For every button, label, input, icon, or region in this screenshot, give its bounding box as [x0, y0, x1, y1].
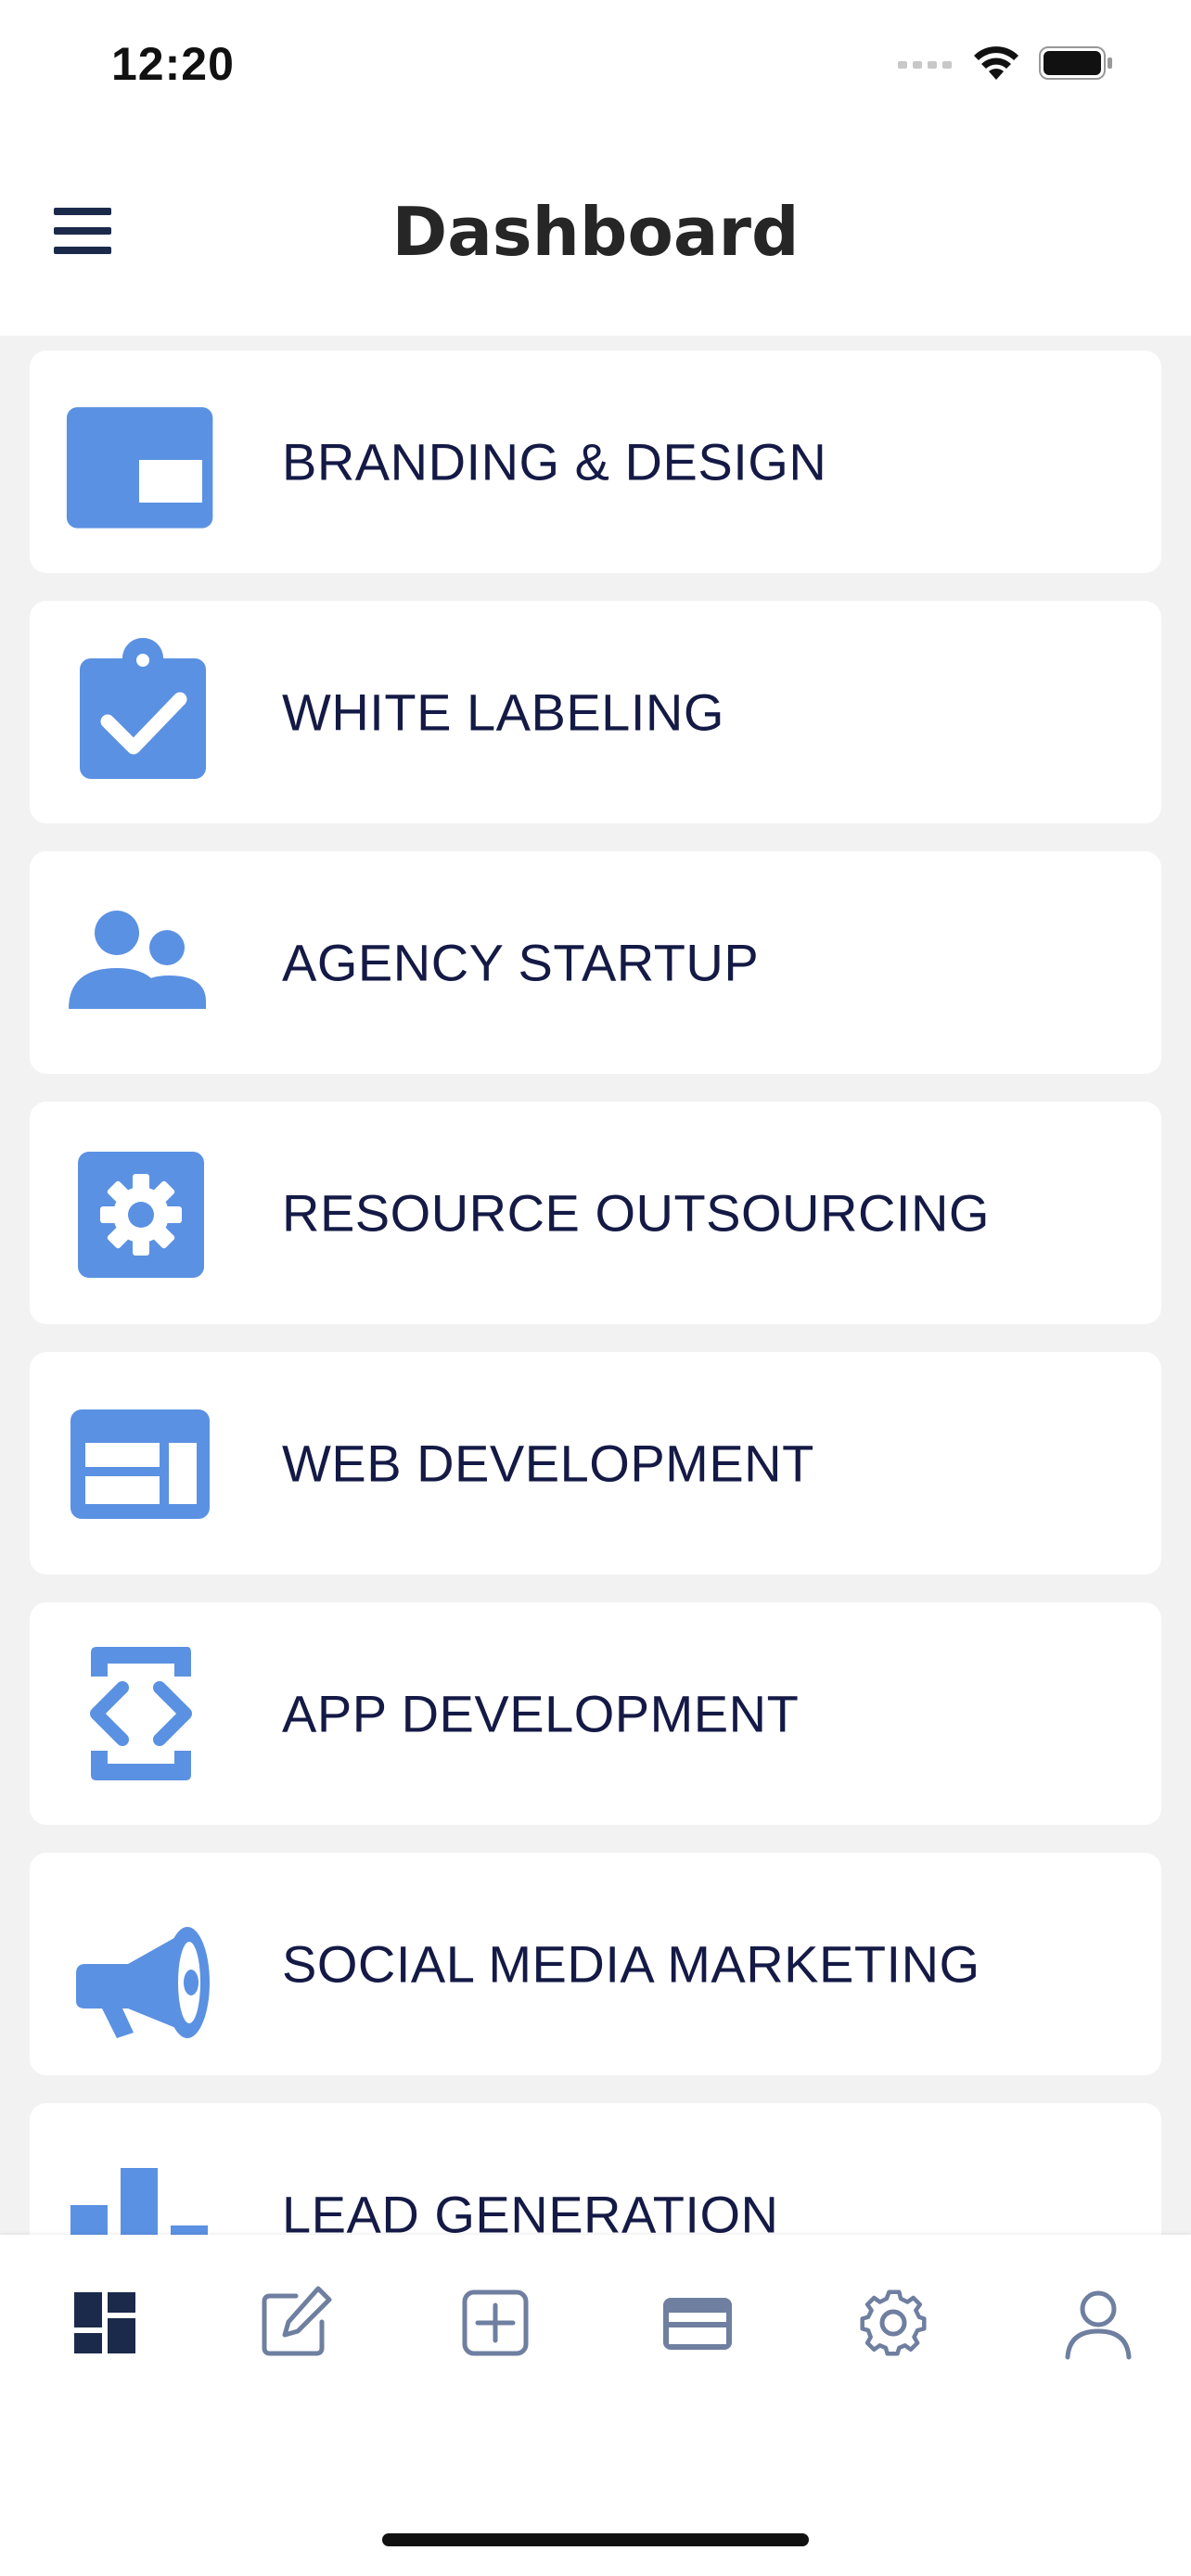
service-label: AGENCY STARTUP [282, 933, 760, 992]
code-device-icon [90, 1647, 192, 1780]
page-title: Dashboard [391, 193, 800, 271]
clipboard-check-icon [80, 638, 206, 779]
profile-icon [1065, 2290, 1132, 2360]
home-indicator[interactable] [382, 2533, 809, 2546]
service-card-resource-outsourcing[interactable]: RESOURCE OUTSOURCING [30, 1102, 1161, 1324]
wifi-icon [974, 46, 1018, 80]
people-icon [69, 911, 206, 1009]
add-icon [462, 2289, 529, 2356]
battery-icon [1039, 46, 1112, 80]
edit-icon [262, 2286, 332, 2356]
service-card-web-development[interactable]: WEB DEVELOPMENT [30, 1352, 1161, 1575]
service-card-app-development[interactable]: APP DEVELOPMENT [30, 1602, 1161, 1825]
status-icons [898, 45, 1115, 82]
tab-add[interactable] [435, 2272, 556, 2374]
service-list: BRANDING & DESIGN WHITE LABELING AGENCY … [30, 351, 1161, 2353]
megaphone-icon [76, 1927, 210, 2038]
gear-box-icon [78, 1152, 204, 1278]
app-header: Dashboard [0, 139, 1191, 336]
tab-bar [0, 2235, 1191, 2576]
service-label: WHITE LABELING [282, 682, 724, 742]
tab-payments[interactable] [637, 2272, 758, 2374]
cellular-signal-icon [898, 61, 952, 69]
card-icon [663, 2298, 732, 2350]
dashboard-icon [74, 2292, 135, 2353]
branding-icon [66, 407, 213, 529]
service-card-social-media-marketing[interactable]: SOCIAL MEDIA MARKETING [30, 1853, 1161, 2075]
service-label: BRANDING & DESIGN [282, 432, 827, 491]
service-label: RESOURCE OUTSOURCING [282, 1183, 990, 1243]
service-card-white-labeling[interactable]: WHITE LABELING [30, 601, 1161, 823]
service-label: SOCIAL MEDIA MARKETING [282, 1934, 980, 1994]
service-label: WEB DEVELOPMENT [282, 1434, 814, 1493]
service-card-branding-design[interactable]: BRANDING & DESIGN [30, 351, 1161, 573]
status-bar: 12:20 [0, 0, 1191, 139]
service-card-agency-startup[interactable]: AGENCY STARTUP [30, 851, 1161, 1074]
tab-dashboard[interactable] [45, 2272, 165, 2374]
tab-profile[interactable] [1038, 2272, 1159, 2374]
status-time: 12:20 [111, 38, 235, 90]
tab-settings[interactable] [833, 2272, 954, 2374]
service-label: APP DEVELOPMENT [282, 1684, 800, 1743]
web-layout-icon [70, 1409, 210, 1519]
tab-edit[interactable] [235, 2272, 355, 2374]
settings-icon [860, 2289, 927, 2356]
